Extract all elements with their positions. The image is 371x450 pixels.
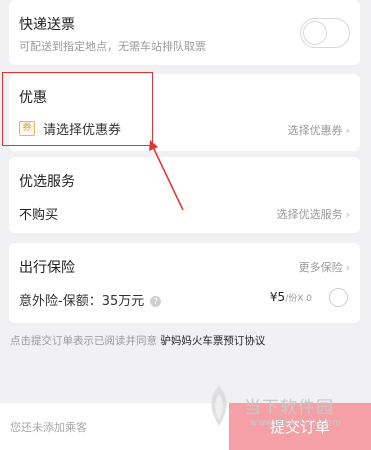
select-coupon-label: 选择优惠券 <box>287 124 343 137</box>
passenger-status: 您还未添加乘客 <box>10 421 87 434</box>
preferred-service-card: 优选服务 不购买 选择优选服务 › <box>9 157 360 233</box>
insurance-card: 出行保险 更多保险 › 意外险-保额：35万元? ¥5/份X 0 <box>9 243 360 323</box>
agreement-text: 点击提交订单表示已阅读并同意 驴妈妈火车票预订协议 <box>10 333 265 348</box>
agreement-prefix: 点击提交订单表示已阅读并同意 <box>10 335 157 347</box>
express-subtitle: 可配送到指定地点，无需车站排队取票 <box>19 40 206 53</box>
service-value: 不购买 <box>19 208 59 223</box>
select-service-link[interactable]: 选择优选服务 › <box>277 206 350 222</box>
insurance-price: ¥5/份X 0 <box>270 290 312 304</box>
insurance-line: 意外险-保额：35万元? <box>19 290 162 309</box>
highlight-box <box>2 72 153 146</box>
select-service-label: 选择优选服务 <box>276 208 343 221</box>
select-coupon-link[interactable]: 选择优惠券 › <box>288 122 350 138</box>
watermark-logo-icon <box>211 386 227 426</box>
watermark-url: www.downxia.com <box>250 418 342 428</box>
help-icon[interactable]: ? <box>150 296 162 307</box>
express-title: 快递送票 <box>19 17 75 33</box>
chevron-right-icon: › <box>345 124 350 137</box>
insurance-coverage: 意外险-保额：35万元 <box>19 294 145 309</box>
insurance-radio[interactable] <box>329 288 348 307</box>
agreement-link[interactable]: 驴妈妈火车票预订协议 <box>160 335 265 347</box>
toggle-knob <box>303 21 327 45</box>
price-value: ¥5 <box>269 290 286 304</box>
more-insurance-label: 更多保险 <box>298 261 343 274</box>
chevron-right-icon: › <box>345 208 350 221</box>
insurance-title: 出行保险 <box>19 260 75 276</box>
more-insurance-link[interactable]: 更多保险 › <box>299 259 350 275</box>
price-unit: /份X 0 <box>285 294 312 304</box>
express-toggle[interactable] <box>300 18 350 48</box>
express-delivery-card: 快递送票 可配送到指定地点，无需车站排队取票 <box>9 0 360 65</box>
service-title: 优选服务 <box>19 174 75 190</box>
chevron-right-icon: › <box>345 261 350 274</box>
watermark-text: 当下软件园 <box>244 398 334 418</box>
